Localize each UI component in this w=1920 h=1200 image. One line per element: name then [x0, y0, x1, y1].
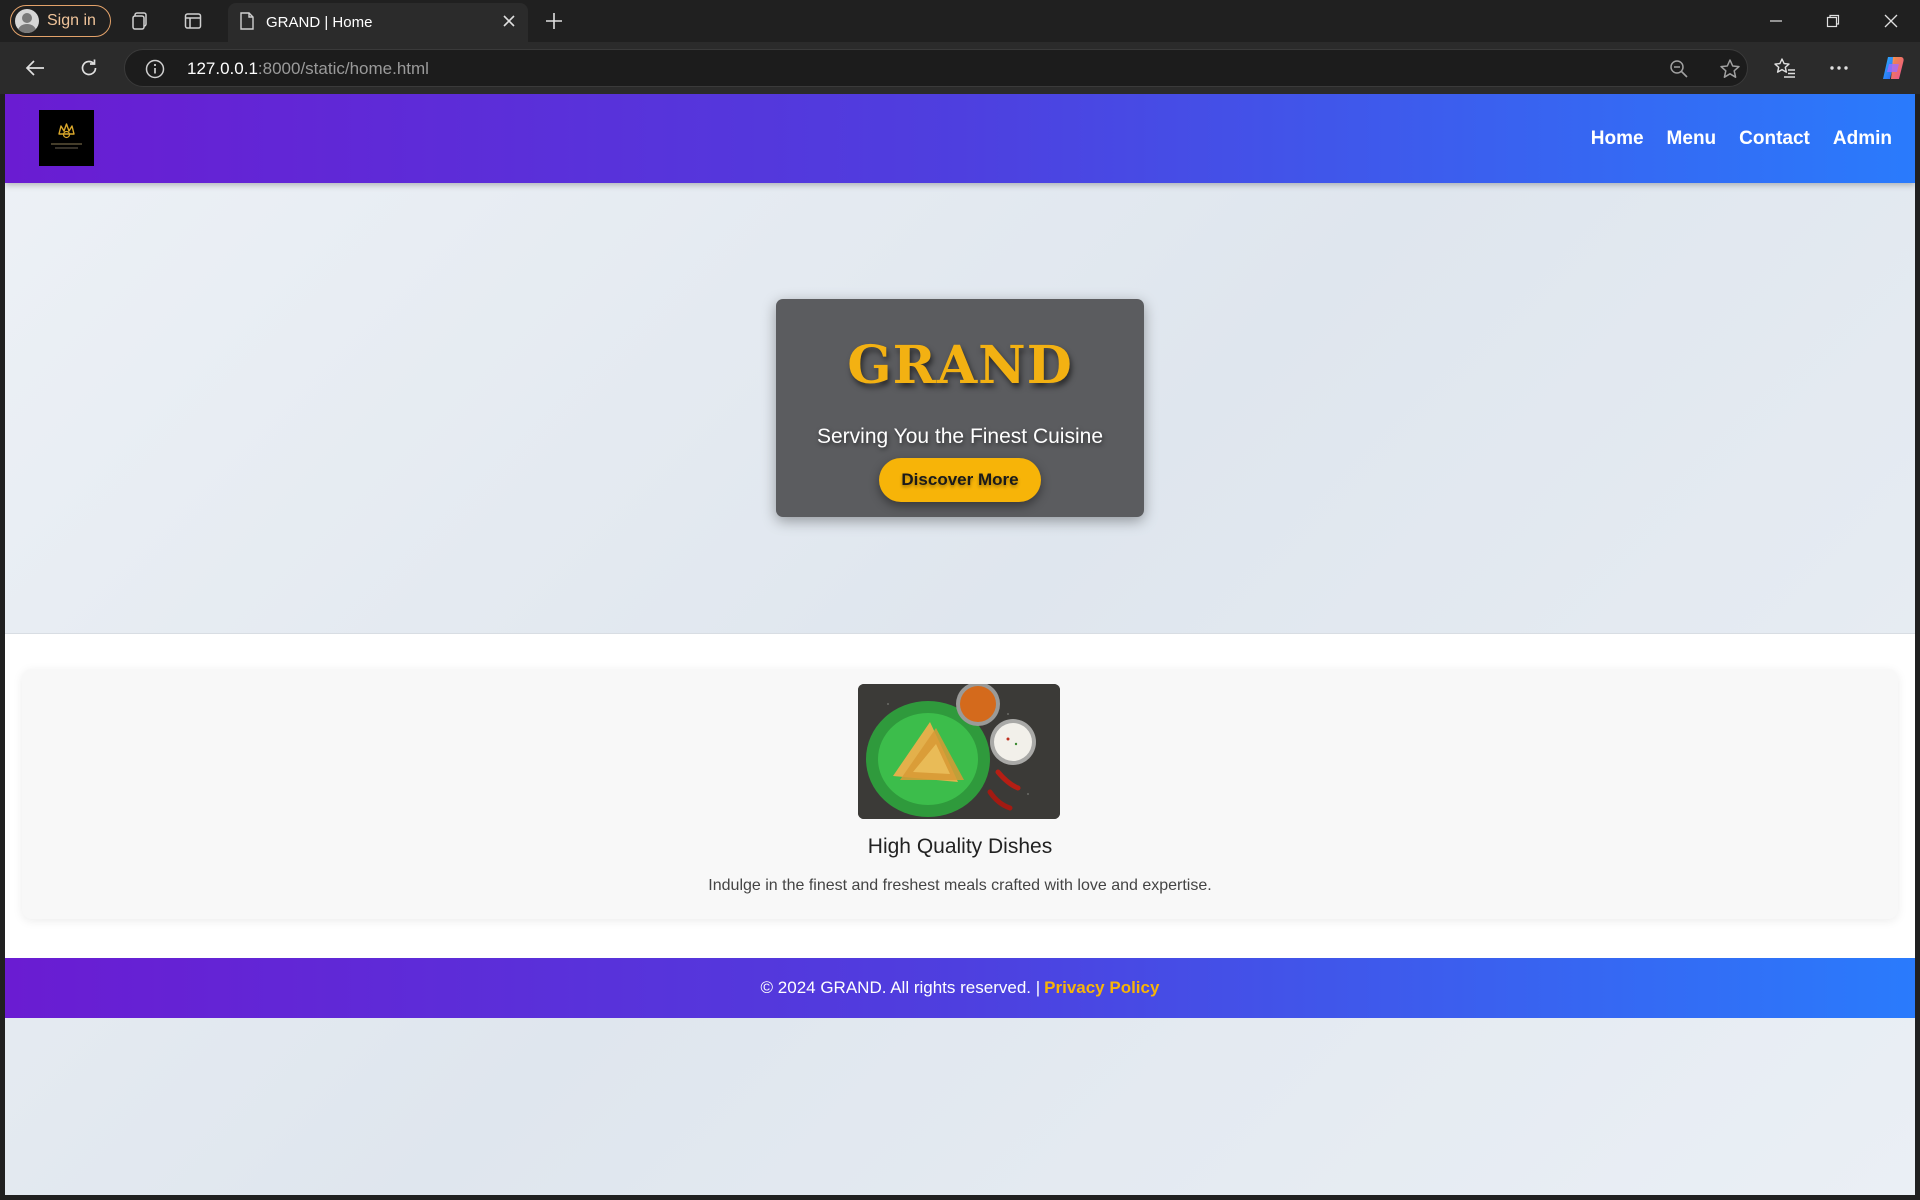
- url-path: :8000/static/home.html: [257, 59, 429, 78]
- close-window-icon[interactable]: [1868, 5, 1914, 37]
- new-tab-icon[interactable]: [538, 5, 570, 37]
- site-navbar: Home Menu Contact Admin: [5, 94, 1915, 183]
- grand-logo[interactable]: [39, 110, 94, 166]
- site-footer: © 2024 GRAND. All rights reserved. | Pri…: [5, 958, 1915, 1018]
- active-tab[interactable]: GRAND | Home: [228, 3, 528, 42]
- site-info-icon[interactable]: [145, 59, 165, 84]
- discover-more-button[interactable]: Discover More: [879, 458, 1041, 502]
- features-section: High Quality Dishes Indulge in the fines…: [5, 633, 1915, 958]
- hero-subtitle: Serving You the Finest Cuisine: [816, 425, 1103, 448]
- page-viewport: Home Menu Contact Admin GRAND Serving Yo…: [5, 94, 1915, 1195]
- dosa-dish-image: [858, 684, 1060, 819]
- browser-tab-bar: Sign in GRAND | Home: [0, 0, 1920, 42]
- sign-in-button[interactable]: Sign in: [10, 5, 111, 37]
- feature-card: High Quality Dishes Indulge in the fines…: [22, 669, 1898, 919]
- feature-title: High Quality Dishes: [867, 835, 1053, 858]
- url-host: 127.0.0.1: [187, 59, 258, 78]
- sign-in-label: Sign in: [47, 12, 96, 29]
- nav-home-link[interactable]: Home: [1591, 128, 1644, 150]
- page-icon: [240, 11, 254, 34]
- back-icon[interactable]: [19, 52, 51, 84]
- copilot-icon[interactable]: [1877, 52, 1909, 84]
- zoom-out-icon[interactable]: [1669, 59, 1689, 84]
- tab-actions-icon[interactable]: [177, 5, 209, 37]
- profile-icon: [15, 9, 39, 33]
- feature-description: Indulge in the finest and freshest meals…: [708, 877, 1212, 894]
- favorite-star-icon[interactable]: [1719, 58, 1741, 85]
- hero-title: GRAND: [847, 335, 1073, 396]
- refresh-icon[interactable]: [73, 52, 105, 84]
- tab-title: GRAND | Home: [266, 14, 373, 31]
- workspaces-icon[interactable]: [124, 5, 156, 37]
- browser-toolbar: 127.0.0.1:8000/static/home.html: [0, 42, 1920, 94]
- restore-icon[interactable]: [1810, 5, 1856, 37]
- footer-copyright: © 2024 GRAND. All rights reserved. |: [760, 978, 1041, 997]
- more-options-icon[interactable]: [1823, 52, 1855, 84]
- address-bar[interactable]: 127.0.0.1:8000/static/home.html: [124, 49, 1748, 87]
- minimize-icon[interactable]: [1753, 5, 1799, 37]
- url-text[interactable]: 127.0.0.1:8000/static/home.html: [187, 59, 429, 79]
- nav-admin-link[interactable]: Admin: [1833, 128, 1892, 150]
- nav-links: Home Menu Contact Admin: [1591, 94, 1915, 183]
- nav-contact-link[interactable]: Contact: [1739, 128, 1810, 150]
- hero-card: GRAND Serving You the Finest Cuisine Dis…: [776, 299, 1144, 517]
- nav-menu-link[interactable]: Menu: [1667, 128, 1717, 150]
- close-tab-icon[interactable]: [502, 14, 516, 32]
- favorites-icon[interactable]: [1769, 52, 1801, 84]
- privacy-policy-link[interactable]: Privacy Policy: [1044, 978, 1159, 998]
